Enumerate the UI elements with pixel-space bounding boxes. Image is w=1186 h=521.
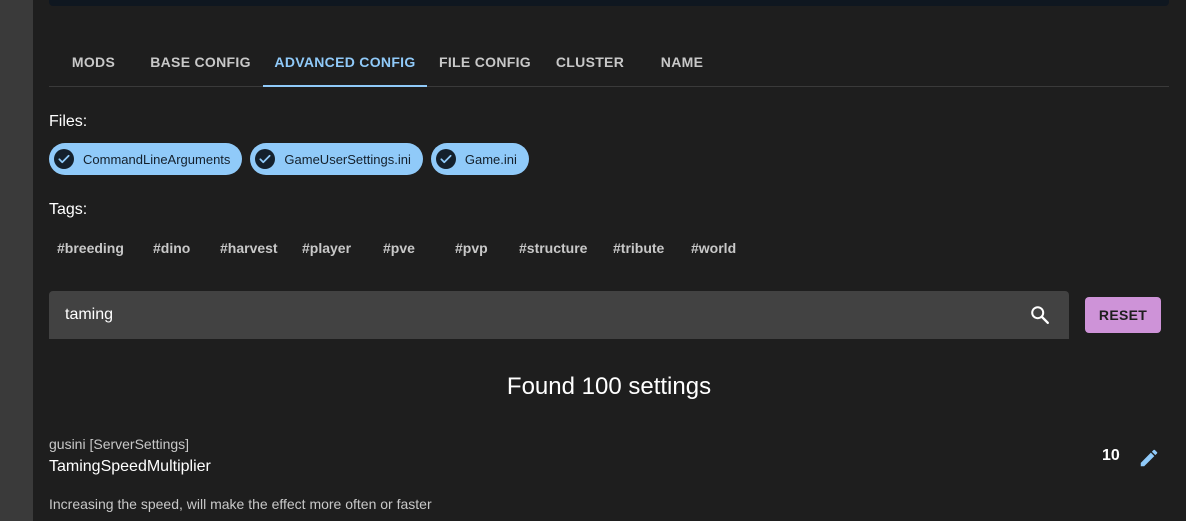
left-rail	[0, 0, 33, 521]
check-circle-icon	[54, 149, 74, 169]
setting-value: 10	[1102, 447, 1120, 464]
top-panel-edge	[49, 0, 1169, 6]
chip-label: CommandLineArguments	[83, 151, 231, 167]
results-count: Found 100 settings	[506, 373, 712, 400]
files-label: Files:	[49, 113, 88, 130]
edit-setting-button[interactable]	[1136, 445, 1162, 471]
tab-file-config[interactable]: FILE CONFIG	[427, 38, 543, 86]
tag-breeding[interactable]: #breeding	[57, 236, 124, 260]
check-circle-icon	[435, 149, 456, 169]
chip-commandline-arguments[interactable]: CommandLineArguments	[49, 143, 243, 175]
tab-base-config[interactable]: BASE CONFIG	[138, 38, 263, 86]
check-circle-icon	[255, 149, 276, 169]
setting-source: gusini [ServerSettings]	[49, 436, 190, 452]
search-input[interactable]	[65, 295, 1005, 335]
tag-player[interactable]: #player	[302, 236, 351, 260]
tag-tribute[interactable]: #tribute	[613, 236, 664, 260]
tag-dino[interactable]: #dino	[153, 236, 190, 260]
file-chips: CommandLineArguments GameUserSettings.in…	[49, 143, 529, 175]
tag-pvp[interactable]: #pvp	[455, 236, 488, 260]
config-tabs: MODS BASE CONFIG ADVANCED CONFIG FILE CO…	[49, 38, 1169, 87]
search-icon[interactable]	[1029, 304, 1051, 331]
chip-gameusersettings-ini[interactable]: GameUserSettings.ini	[250, 143, 423, 175]
setting-name: TamingSpeedMultiplier	[49, 458, 211, 475]
tab-advanced-config[interactable]: ADVANCED CONFIG	[263, 38, 427, 87]
tag-pve[interactable]: #pve	[383, 236, 415, 260]
tab-name[interactable]: NAME	[637, 38, 727, 86]
tab-cluster[interactable]: CLUSTER	[543, 38, 637, 86]
tags-label: Tags:	[49, 201, 88, 218]
settings-search	[49, 291, 1069, 339]
tag-structure[interactable]: #structure	[519, 236, 587, 260]
chip-game-ini[interactable]: Game.ini	[430, 143, 529, 175]
chip-label: GameUserSettings.ini	[284, 151, 411, 167]
tag-world[interactable]: #world	[691, 236, 736, 260]
chip-label: Game.ini	[464, 151, 517, 167]
tab-mods[interactable]: MODS	[49, 38, 138, 86]
setting-description: Increasing the speed, will make the effe…	[49, 496, 432, 512]
pencil-icon	[1140, 449, 1158, 467]
tag-harvest[interactable]: #harvest	[220, 236, 278, 260]
reset-button[interactable]: RESET	[1085, 297, 1161, 333]
